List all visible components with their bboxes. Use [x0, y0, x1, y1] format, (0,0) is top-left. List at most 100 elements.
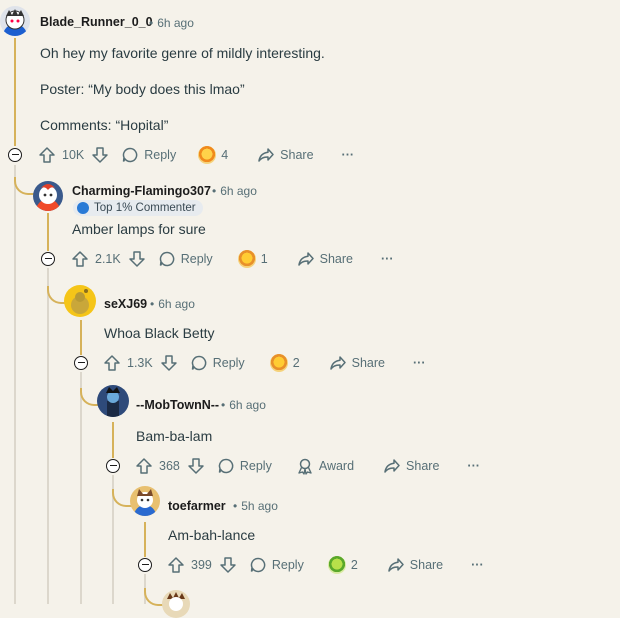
comment-timestamp: • 5h ago [233, 499, 278, 513]
share-button[interactable]: Share [387, 554, 443, 576]
comment-text-line: Am-bah-lance [168, 527, 256, 543]
comment-timestamp: • 6h ago [212, 184, 257, 198]
comment-timestamp: • 6h ago [150, 297, 195, 311]
comment-author[interactable]: toefarmer [168, 499, 226, 513]
award-icon [237, 250, 256, 268]
downvote-button[interactable] [187, 455, 205, 477]
user-flair: Top 1% Commenter [73, 200, 203, 216]
share-button[interactable]: Share [383, 455, 439, 477]
share-button[interactable]: Share [257, 144, 314, 166]
comment-text-line: Amber lamps for sure [72, 221, 206, 237]
award-icon [327, 556, 346, 574]
downvote-button[interactable] [219, 554, 237, 576]
share-icon [384, 459, 400, 473]
reply-icon [250, 557, 266, 573]
collapse-icon[interactable] [41, 252, 55, 266]
thread-line-0-rest[interactable] [14, 165, 16, 604]
collapse-icon[interactable] [8, 148, 22, 162]
vote-count: 2.1K [95, 252, 121, 266]
flair-icon [77, 202, 89, 214]
upvote-button[interactable] [135, 455, 153, 477]
avatar[interactable] [64, 285, 96, 317]
vote-count: 368 [159, 459, 180, 473]
comment-author[interactable]: Charming-Flamingo307 [72, 184, 211, 198]
upvote-icon [168, 557, 184, 573]
collapse-icon[interactable] [106, 459, 120, 473]
reply-icon [218, 458, 234, 474]
award-button[interactable]: Award [296, 455, 354, 477]
share-button[interactable]: Share [329, 352, 385, 374]
comment-timestamp: • 6h ago [149, 16, 194, 30]
share-icon [297, 252, 314, 266]
reply-icon [159, 251, 175, 267]
upvote-button[interactable] [103, 352, 121, 374]
vote-count: 399 [191, 558, 212, 572]
share-icon [329, 356, 346, 370]
reply-button[interactable]: Reply [217, 455, 272, 477]
avatar[interactable] [0, 6, 30, 36]
downvote-button[interactable] [128, 248, 146, 270]
comment-text-line: Poster: “My body does this lmao” [40, 81, 245, 97]
thread-line-0[interactable] [14, 38, 16, 146]
reply-icon [123, 147, 138, 163]
comment-text-line: Whoa Black Betty [104, 325, 215, 341]
reply-icon [191, 355, 207, 371]
upvote-icon [72, 251, 88, 267]
upvote-button[interactable] [167, 554, 185, 576]
share-button[interactable]: Share [297, 248, 353, 270]
comment-actions: 399 Reply 2 Share ··· [167, 554, 484, 576]
avatar[interactable] [162, 590, 190, 618]
upvote-button[interactable] [71, 248, 89, 270]
collapse-icon[interactable] [138, 558, 152, 572]
collapse-icon[interactable] [74, 356, 88, 370]
comment-actions: 10K Reply 4 Share ··· [38, 144, 354, 166]
award-button[interactable]: 2 [269, 352, 300, 374]
thread-line-2-rest[interactable] [80, 372, 82, 604]
more-options-button[interactable]: ··· [381, 252, 394, 266]
reply-button[interactable]: Reply [121, 144, 176, 166]
thread-line-1[interactable] [47, 213, 49, 251]
reply-button[interactable]: Reply [249, 554, 304, 576]
vote-count: 10K [62, 148, 85, 162]
avatar[interactable] [33, 181, 63, 211]
more-options-button[interactable]: ··· [413, 356, 426, 370]
comment-author[interactable]: seXJ69 [104, 297, 147, 311]
downvote-button[interactable] [91, 144, 109, 166]
comment-text-line: Comments: “Hopital” [40, 117, 169, 133]
upvote-icon [39, 147, 55, 163]
comment-author[interactable]: Blade_Runner_0_0 [40, 15, 153, 29]
thread-line-4[interactable] [144, 522, 146, 557]
award-icon [269, 354, 288, 372]
upvote-button[interactable] [38, 144, 56, 166]
award-button[interactable]: 4 [198, 144, 228, 166]
comment-timestamp: • 6h ago [221, 398, 266, 412]
downvote-icon [128, 251, 145, 267]
thread-line-3[interactable] [112, 422, 114, 458]
more-options-button[interactable]: ··· [471, 558, 484, 572]
award-button[interactable]: 2 [327, 554, 358, 576]
award-button[interactable]: 1 [237, 248, 268, 270]
award-icon [198, 146, 217, 164]
downvote-icon [220, 557, 236, 573]
more-options-button[interactable]: ··· [342, 148, 355, 162]
comment-actions: 2.1K Reply 1 Share ··· [71, 248, 394, 270]
reply-button[interactable]: Reply [158, 248, 213, 270]
reply-button[interactable]: Reply [190, 352, 245, 374]
avatar[interactable] [130, 486, 160, 516]
comment-actions: 1.3K Reply 2 Share ··· [103, 352, 426, 374]
comment-text-line: Oh hey my favorite genre of mildly inter… [40, 45, 325, 61]
award-icon [298, 458, 312, 475]
downvote-icon [188, 458, 204, 474]
comment-text-line: Bam-ba-lam [136, 428, 213, 444]
comment-author[interactable]: --MobTownN-- [136, 398, 219, 412]
more-options-button[interactable]: ··· [467, 459, 480, 473]
thread-line-1-rest[interactable] [47, 268, 49, 604]
comment-actions: 368 Reply Award Share ··· [135, 455, 480, 477]
downvote-button[interactable] [160, 352, 178, 374]
share-icon [258, 148, 274, 162]
avatar[interactable] [97, 385, 129, 417]
upvote-icon [104, 355, 120, 371]
thread-line-2[interactable] [80, 320, 82, 355]
downvote-icon [160, 355, 177, 371]
downvote-icon [92, 147, 108, 163]
